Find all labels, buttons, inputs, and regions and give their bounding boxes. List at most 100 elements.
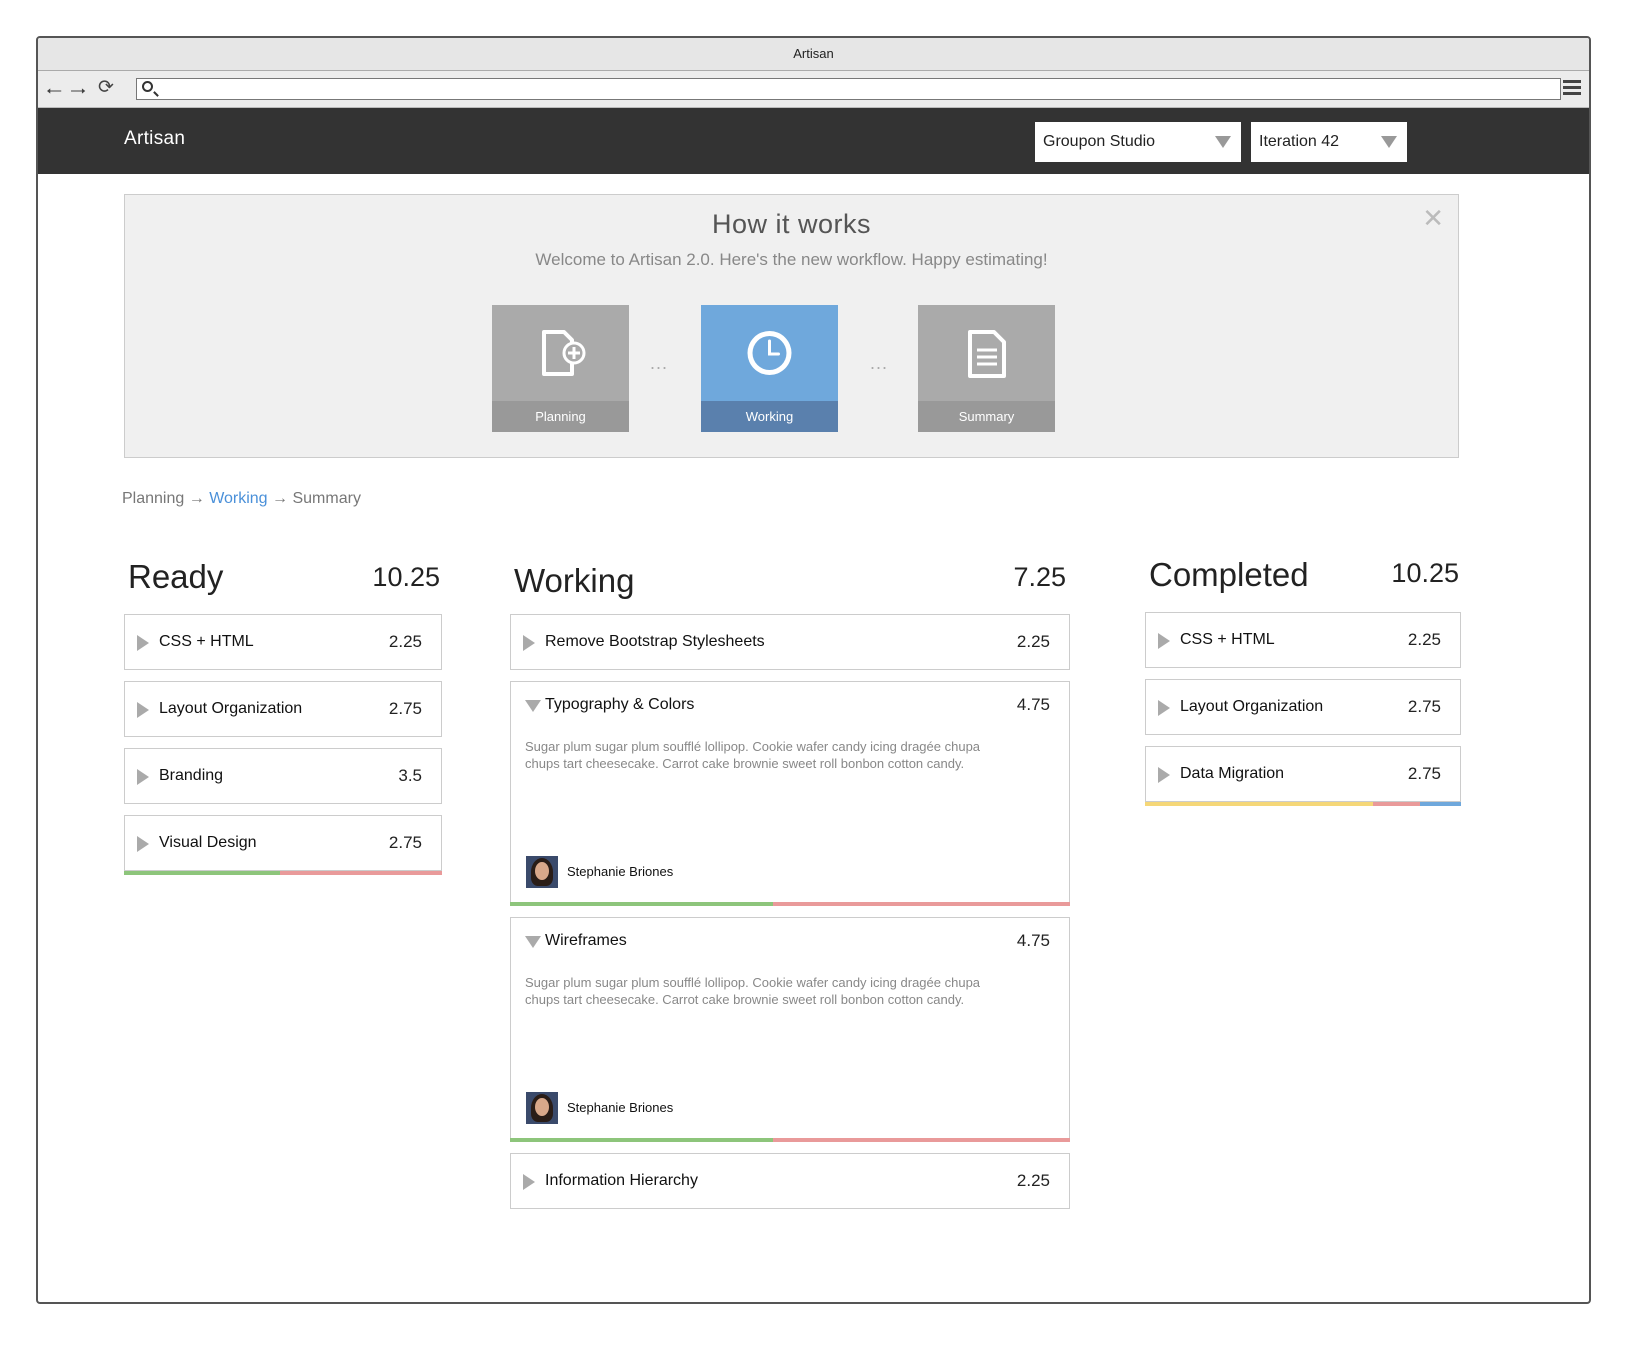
progress-segment — [1372, 802, 1420, 806]
task-points: 2.25 — [388, 632, 422, 651]
column-title: Working — [514, 562, 635, 599]
task-points: 3.5 — [398, 766, 422, 785]
task-card[interactable]: Remove Bootstrap Stylesheets 2.25 — [510, 614, 1070, 670]
task-points: 2.25 — [1016, 632, 1050, 651]
task-card[interactable]: Layout Organization 2.75 — [1145, 679, 1461, 735]
column-header: Working 7.25 — [510, 558, 1070, 618]
expand-arrow-icon[interactable] — [1158, 633, 1170, 649]
team-select-value: Groupon Studio — [1043, 133, 1156, 150]
collapse-arrow-icon[interactable] — [525, 700, 541, 712]
search-icon — [142, 81, 153, 92]
progress-segment — [279, 871, 442, 875]
task-card[interactable]: Branding 3.5 — [124, 748, 442, 804]
task-points: 2.75 — [388, 699, 422, 718]
task-card-expanded[interactable]: Typography & Colors 4.75 Sugar plum sugar… — [510, 681, 1070, 906]
task-card[interactable]: Information Hierarchy 2.25 — [510, 1153, 1070, 1209]
task-card[interactable]: CSS + HTML 2.25 — [124, 614, 442, 670]
column-total: 7.25 — [1013, 562, 1066, 592]
assignee-name: Stephanie Briones — [567, 1100, 674, 1115]
progress-segment — [773, 902, 1070, 906]
team-select[interactable]: Groupon Studio — [1035, 122, 1241, 162]
progress-segment — [510, 1138, 774, 1142]
task-points: 2.25 — [1407, 630, 1441, 649]
column-header: Ready 10.25 — [124, 558, 442, 618]
task-name: Visual Design — [159, 834, 257, 851]
chevron-down-icon — [1381, 136, 1397, 148]
task-points: 2.75 — [1407, 764, 1441, 783]
breadcrumb-planning[interactable]: Planning — [122, 490, 184, 507]
task-name: CSS + HTML — [1180, 631, 1275, 648]
task-points: 4.75 — [1016, 695, 1050, 714]
column-title: Completed — [1149, 556, 1309, 593]
browser-toolbar: 🠀 🠂 ⟳ — [38, 71, 1589, 108]
refresh-icon[interactable]: ⟳ — [98, 76, 114, 99]
task-name: Branding — [159, 767, 224, 784]
url-input[interactable] — [161, 80, 1555, 100]
menu-icon[interactable] — [1563, 80, 1581, 98]
close-icon[interactable]: ✕ — [1422, 205, 1444, 231]
breadcrumb-summary[interactable]: Summary — [292, 490, 360, 507]
column-total: 10.25 — [372, 562, 440, 592]
assignee-name: Stephanie Briones — [567, 864, 674, 879]
column-progress-bar — [1145, 802, 1461, 806]
back-arrow-icon[interactable]: 🠀 — [46, 77, 62, 111]
task-name: CSS + HTML — [159, 633, 254, 650]
expand-arrow-icon[interactable] — [137, 836, 149, 852]
task-progress-bar — [510, 902, 1070, 906]
clock-icon — [747, 331, 792, 375]
task-points: 2.75 — [1407, 697, 1441, 716]
progress-segment — [124, 871, 280, 875]
collapse-arrow-icon[interactable] — [525, 936, 541, 948]
step-label: Working — [701, 401, 838, 432]
step-label: Summary — [918, 401, 1055, 432]
task-progress-bar — [510, 1138, 1070, 1142]
arrow-right-icon: → — [272, 490, 289, 507]
app-brand[interactable]: Artisan — [124, 128, 185, 150]
task-name: Wireframes — [545, 932, 627, 949]
expand-arrow-icon[interactable] — [137, 702, 149, 718]
expand-arrow-icon[interactable] — [523, 1174, 535, 1190]
step-planning[interactable]: Planning — [492, 305, 629, 432]
step-working[interactable]: Working — [701, 305, 838, 432]
address-bar[interactable] — [136, 78, 1561, 100]
chevron-down-icon — [1215, 136, 1231, 148]
column-title: Ready — [128, 558, 224, 595]
task-description: Sugar plum sugar plum soufflé lollipop. … — [525, 739, 981, 771]
forward-arrow-icon[interactable]: 🠂 — [70, 77, 86, 111]
step-summary[interactable]: Summary — [918, 305, 1055, 432]
how-it-works-title: How it works — [711, 209, 872, 239]
column-progress-bar — [124, 871, 442, 875]
breadcrumb-working[interactable]: Working — [209, 490, 267, 507]
step-separator: ... — [650, 353, 669, 373]
browser-window: Artisan 🠀 🠂 ⟳ Artisan Groupon Studio Ite… — [36, 36, 1591, 1304]
task-card[interactable]: CSS + HTML 2.25 — [1145, 612, 1461, 668]
iteration-select[interactable]: Iteration 42 — [1251, 122, 1407, 162]
task-name: Layout Organization — [1180, 698, 1324, 715]
step-separator: ... — [870, 353, 889, 373]
task-points: 2.25 — [1016, 1171, 1050, 1190]
window-title: Artisan — [38, 38, 1589, 71]
task-name: Typography & Colors — [545, 696, 695, 713]
document-list-icon — [968, 330, 1006, 378]
how-it-works-subtitle: Welcome to Artisan 2.0. Here's the new w… — [535, 250, 1048, 269]
expand-arrow-icon[interactable] — [137, 769, 149, 785]
iteration-select-value: Iteration 42 — [1259, 133, 1340, 150]
how-it-works-panel: ✕ How it works Welcome to Artisan 2.0. H… — [124, 194, 1459, 458]
task-name: Layout Organization — [159, 700, 303, 717]
expand-arrow-icon[interactable] — [1158, 700, 1170, 716]
task-card[interactable]: Visual Design 2.75 — [124, 815, 442, 871]
avatar — [526, 856, 558, 888]
task-description: Sugar plum sugar plum soufflé lollipop. … — [525, 975, 981, 1007]
app-header: Artisan Groupon Studio Iteration 42 — [38, 108, 1589, 174]
task-name: Data Migration — [1180, 765, 1285, 782]
progress-segment — [1145, 802, 1373, 806]
expand-arrow-icon[interactable] — [1158, 767, 1170, 783]
breadcrumb: Planning → Working → Summary — [122, 490, 361, 508]
expand-arrow-icon[interactable] — [137, 635, 149, 651]
new-document-icon — [542, 330, 586, 376]
expand-arrow-icon[interactable] — [523, 635, 535, 651]
progress-segment — [1419, 802, 1461, 806]
task-card[interactable]: Layout Organization 2.75 — [124, 681, 442, 737]
task-card-expanded[interactable]: Wireframes 4.75 Sugar plum sugar plum sou… — [510, 917, 1070, 1142]
task-card[interactable]: Data Migration 2.75 — [1145, 746, 1461, 802]
